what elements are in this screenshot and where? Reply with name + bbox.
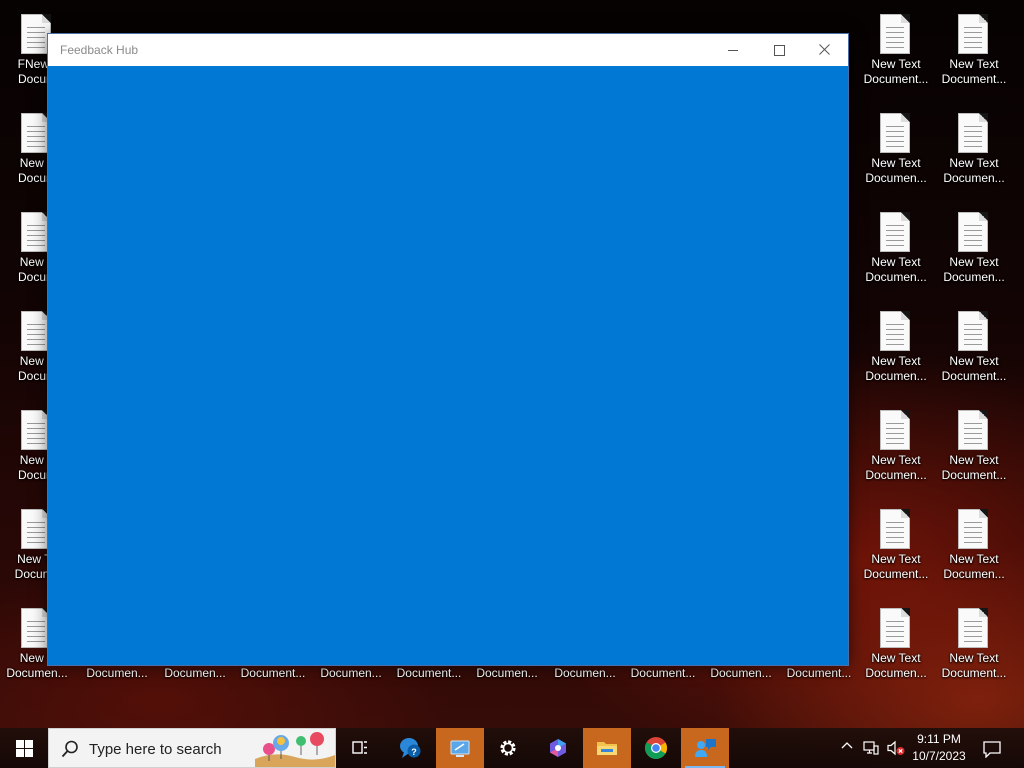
taskbar-clock[interactable]: 9:11 PM 10/7/2023 bbox=[908, 728, 970, 768]
desktop-icon-text-document[interactable]: New Text Document... bbox=[935, 600, 1013, 690]
file-explorer-icon bbox=[597, 742, 617, 755]
window-title: Feedback Hub bbox=[60, 43, 139, 57]
volume-muted-icon bbox=[887, 740, 905, 756]
desktop-icon-text-document[interactable]: New Text Documen... bbox=[935, 204, 1013, 294]
network-icon bbox=[863, 741, 879, 755]
text-document-icon bbox=[958, 311, 988, 351]
copilot-app[interactable] bbox=[534, 728, 582, 768]
desktop-icon-label: New Text Documen... bbox=[943, 156, 1005, 185]
text-document-icon bbox=[958, 113, 988, 153]
svg-text:?: ? bbox=[411, 747, 417, 757]
desktop-icon-text-document[interactable]: New Text Documen... bbox=[857, 105, 935, 195]
desktop-icon-text-document[interactable]: New Text Documen... bbox=[857, 204, 935, 294]
desktop-icon-label: New Text Documen... bbox=[865, 255, 927, 284]
text-document-icon bbox=[880, 113, 910, 153]
settings-app[interactable] bbox=[484, 728, 532, 768]
desktop-icon-text-document[interactable]: New Text Documen... bbox=[935, 105, 1013, 195]
text-document-icon bbox=[880, 410, 910, 450]
get-help-app[interactable]: ? bbox=[386, 728, 434, 768]
desktop-icon-label: New Text Document... bbox=[941, 57, 1007, 86]
network-tray-button[interactable] bbox=[860, 728, 882, 768]
text-document-icon bbox=[880, 311, 910, 351]
clock-time: 9:11 PM bbox=[917, 732, 961, 746]
desktop-icon-label[interactable]: Documen... bbox=[78, 666, 156, 680]
desktop-icon-label[interactable]: Document... bbox=[624, 666, 702, 680]
desktop-icon-label[interactable]: Documen... bbox=[468, 666, 546, 680]
desktop-icon-label: New Text Document... bbox=[863, 57, 929, 86]
desktop-icon-label: New Text Documen... bbox=[943, 552, 1005, 581]
search-icon bbox=[61, 740, 78, 758]
desktop-icon-label[interactable]: Documen... bbox=[546, 666, 624, 680]
desktop-icon-label: New Text Document... bbox=[941, 453, 1007, 482]
chevron-up-icon bbox=[841, 742, 853, 749]
desktop-icon-label[interactable]: Document... bbox=[780, 666, 858, 680]
text-document-icon bbox=[880, 509, 910, 549]
close-button[interactable] bbox=[802, 34, 848, 66]
text-document-icon bbox=[958, 608, 988, 648]
notification-icon bbox=[983, 741, 1001, 758]
desktop-icon-label: New Text Documen... bbox=[943, 255, 1005, 284]
desktop-icon-label[interactable]: Documen... bbox=[312, 666, 390, 680]
desktop-icon-text-document[interactable]: New Text Document... bbox=[857, 6, 935, 96]
text-document-icon bbox=[958, 14, 988, 54]
desktop-icon-label: New Text Document... bbox=[941, 651, 1007, 680]
desktop-icon-label: New Text Documen... bbox=[865, 651, 927, 680]
clock-date: 10/7/2023 bbox=[912, 749, 966, 763]
desktop-icon-label[interactable]: Document... bbox=[390, 666, 468, 680]
window-content-area[interactable] bbox=[48, 66, 848, 665]
desktop-icon-text-document[interactable]: New Text Document... bbox=[857, 501, 935, 591]
text-document-icon bbox=[880, 14, 910, 54]
desktop-icon-text-document[interactable]: New Text Documen... bbox=[935, 501, 1013, 591]
desktop-icon-label[interactable]: Document... bbox=[234, 666, 312, 680]
taskbar: Type here to search ? 9:11 PM 10/7/2023 bbox=[0, 728, 1024, 768]
desktop-icon-text-document[interactable]: New Text Documen... bbox=[857, 303, 935, 393]
text-document-icon bbox=[880, 608, 910, 648]
show-hidden-icons-button[interactable] bbox=[836, 728, 858, 768]
search-highlight-balloons-icon bbox=[255, 732, 335, 767]
maximize-button[interactable] bbox=[756, 34, 802, 66]
desktop-icon-label[interactable]: Documen... bbox=[156, 666, 234, 680]
desktop-icon-label[interactable]: Documen... bbox=[702, 666, 780, 680]
feedback-hub-app[interactable] bbox=[681, 728, 729, 768]
remote-desktop-app[interactable] bbox=[436, 728, 484, 768]
notification-center-button[interactable] bbox=[972, 728, 1012, 768]
settings-gear-icon bbox=[500, 740, 516, 756]
text-document-icon bbox=[958, 212, 988, 252]
task-view-icon bbox=[352, 741, 367, 754]
get-help-icon: ? bbox=[400, 738, 421, 758]
feedback-hub-icon bbox=[695, 739, 716, 757]
text-document-icon bbox=[958, 410, 988, 450]
volume-tray-button[interactable] bbox=[884, 728, 908, 768]
chrome-app[interactable] bbox=[632, 728, 680, 768]
text-document-icon bbox=[958, 509, 988, 549]
chrome-icon bbox=[645, 737, 667, 759]
taskbar-search-box[interactable]: Type here to search bbox=[48, 728, 336, 768]
desktop-icon-text-document[interactable]: New Text Documen... bbox=[857, 600, 935, 690]
remote-desktop-icon bbox=[450, 740, 470, 757]
desktop-icon-label: New Text Documen... bbox=[865, 354, 927, 383]
task-view-button[interactable] bbox=[336, 728, 384, 768]
feedback-hub-window: Feedback Hub bbox=[47, 33, 849, 666]
close-icon bbox=[819, 44, 830, 55]
desktop-icon-text-document[interactable]: New Text Document... bbox=[935, 402, 1013, 492]
desktop-icon-text-document[interactable]: New Text Documen... bbox=[857, 402, 935, 492]
windows-logo-icon bbox=[16, 740, 33, 757]
copilot-icon bbox=[550, 739, 566, 757]
desktop-icon-label: New Text Document... bbox=[863, 552, 929, 581]
desktop-icon-label: New Text Document... bbox=[941, 354, 1007, 383]
start-button[interactable] bbox=[0, 728, 48, 768]
minimize-button[interactable] bbox=[710, 34, 756, 66]
title-bar[interactable]: Feedback Hub bbox=[48, 34, 848, 66]
search-placeholder: Type here to search bbox=[89, 741, 222, 758]
desktop-icon-text-document[interactable]: New Text Document... bbox=[935, 6, 1013, 96]
desktop-icon-text-document[interactable]: New Text Document... bbox=[935, 303, 1013, 393]
file-explorer-app[interactable] bbox=[583, 728, 631, 768]
desktop-icon-label: New Text Documen... bbox=[865, 453, 927, 482]
desktop-icon-label: New Text Documen... bbox=[865, 156, 927, 185]
text-document-icon bbox=[880, 212, 910, 252]
